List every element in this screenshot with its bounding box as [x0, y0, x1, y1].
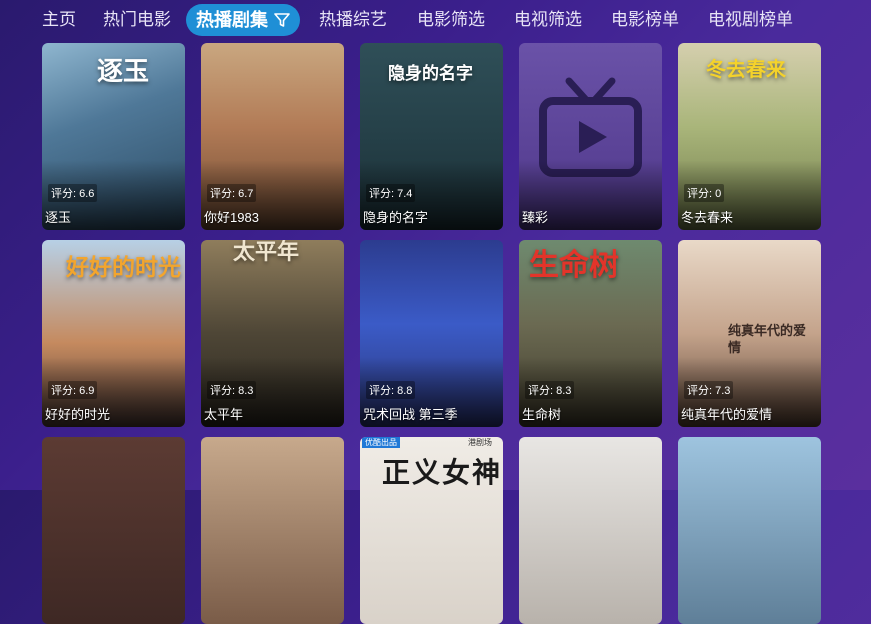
show-card[interactable]: 好好的时光 评分: 6.9 好好的时光	[42, 240, 185, 427]
rating-badge: 评分: 7.4	[366, 184, 416, 202]
rating-badge: 评分: 8.8	[366, 381, 416, 399]
rating-badge: 评分: 6.6	[48, 184, 98, 202]
poster-title-art: 好好的时光	[66, 254, 181, 280]
show-title: 臻彩	[522, 210, 549, 225]
show-title: 好好的时光	[45, 407, 111, 422]
theater-badge: 港剧场	[468, 438, 492, 447]
rating-badge: 评分: 7.3	[684, 381, 734, 399]
poster-image	[519, 437, 662, 624]
show-card[interactable]: 隐身的名字 评分: 7.4 隐身的名字	[360, 43, 503, 230]
show-title: 你好1983	[204, 210, 259, 225]
rating-badge: 评分: 6.7	[207, 184, 257, 202]
show-title: 冬去春来	[681, 210, 734, 225]
show-card[interactable]: 评分: 8.8 咒术回战 第三季	[360, 240, 503, 427]
show-title: 生命树	[522, 407, 562, 422]
poster-title-art: 逐玉	[97, 57, 150, 87]
poster-image	[42, 437, 185, 624]
show-card[interactable]: 太平年 评分: 8.3 太平年	[201, 240, 344, 427]
poster-title-art: 生命树	[529, 249, 619, 282]
rating-badge: 评分: 8.3	[207, 381, 257, 399]
poster-image	[678, 437, 821, 624]
poster-title-art: 正义女神	[382, 457, 503, 488]
show-card[interactable]: 纯真年代的爱情 评分: 7.3 纯真年代的爱情	[678, 240, 821, 427]
rating-badge: 评分: 0	[684, 184, 725, 202]
show-card[interactable]: 臻彩	[519, 43, 662, 230]
rating-badge: 评分: 8.3	[525, 381, 575, 399]
show-card[interactable]	[678, 437, 821, 624]
poster-title-art: 纯真年代的爱情	[728, 323, 807, 355]
show-grid: 逐玉 评分: 6.6 逐玉 评分: 6.7 你好1983 隐身的名字 评分: 7…	[0, 0, 871, 624]
show-card[interactable]: 优酷出品 港剧场 正义女神	[360, 437, 503, 624]
show-card[interactable]: 冬去春来 评分: 0 冬去春来	[678, 43, 821, 230]
studio-badge: 优酷出品	[362, 437, 400, 448]
poster-title-art: 隐身的名字	[388, 64, 473, 84]
show-title: 太平年	[204, 407, 244, 422]
show-card[interactable]	[519, 437, 662, 624]
poster-title-art: 冬去春来	[706, 59, 786, 81]
show-title: 咒术回战 第三季	[363, 407, 458, 422]
show-card[interactable]	[42, 437, 185, 624]
show-title: 隐身的名字	[363, 210, 429, 225]
show-card[interactable]	[201, 437, 344, 624]
show-card[interactable]: 逐玉 评分: 6.6 逐玉	[42, 43, 185, 230]
show-title: 逐玉	[45, 210, 72, 225]
show-card[interactable]: 评分: 6.7 你好1983	[201, 43, 344, 230]
poster-title-art: 太平年	[233, 240, 300, 264]
show-title: 纯真年代的爱情	[681, 407, 773, 422]
show-card[interactable]: 生命树 评分: 8.3 生命树	[519, 240, 662, 427]
poster-image	[201, 437, 344, 624]
rating-badge: 评分: 6.9	[48, 381, 98, 399]
